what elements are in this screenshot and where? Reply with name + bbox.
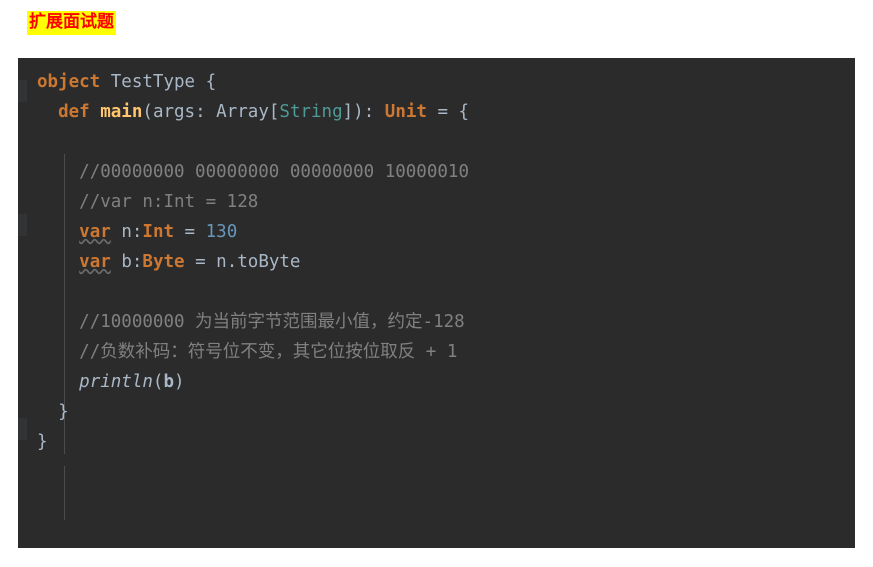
code-line[interactable]: } <box>27 427 855 457</box>
code-token: } <box>37 432 48 452</box>
code-token: 130 <box>205 222 238 242</box>
code-line[interactable]: //10000000 为当前字节范围最小值，约定-128 <box>27 307 855 337</box>
code-token: = <box>426 102 459 122</box>
code-token: main <box>100 102 143 122</box>
code-token: { <box>205 72 217 92</box>
code-token: { <box>458 102 470 122</box>
code-line[interactable]: } <box>27 397 855 427</box>
code-token: //00000000 00000000 00000000 10000010 <box>79 162 469 182</box>
code-line[interactable]: //00000000 00000000 00000000 10000010 <box>27 157 855 187</box>
code-token: ) <box>174 372 185 392</box>
code-token: Byte <box>142 252 185 272</box>
editor-gutter[interactable] <box>18 58 27 548</box>
code-token: Unit <box>384 102 427 122</box>
code-token: Array <box>216 102 269 122</box>
code-token: : <box>195 102 217 122</box>
code-token: String <box>279 102 343 122</box>
code-token: n <box>121 222 132 242</box>
code-token: : <box>131 252 143 272</box>
code-line[interactable]: println(b) <box>27 367 855 397</box>
code-token: } <box>58 402 69 422</box>
code-token: object <box>37 72 101 92</box>
code-token: var <box>79 222 111 242</box>
code-token: [ <box>268 102 280 122</box>
code-line[interactable]: //负数补码：符号位不变，其它位按位取反 + 1 <box>27 337 855 367</box>
code-line[interactable]: object TestType { <box>27 67 855 97</box>
code-line[interactable]: def main(args: Array[String]): Unit = { <box>27 97 855 127</box>
code-token: println <box>79 372 153 392</box>
code-token: = <box>184 252 217 272</box>
code-token: = <box>174 222 206 242</box>
code-token: //10000000 为当前字节范围最小值，约定-128 <box>79 312 465 332</box>
code-token: b <box>163 372 175 392</box>
page-title-text: 扩展面试题 <box>27 11 116 35</box>
code-token: b <box>121 252 132 272</box>
code-token: : <box>131 222 143 242</box>
code-token: def <box>58 102 90 122</box>
code-token: TestType <box>110 72 196 92</box>
code-token: args <box>152 102 196 122</box>
code-token: : <box>363 102 385 122</box>
page-title: 扩展面试题 <box>27 10 116 36</box>
code-token: ]) <box>342 102 364 122</box>
gutter-marker <box>18 102 27 214</box>
code-token: ( <box>152 372 164 392</box>
code-token: ( <box>142 102 153 122</box>
code-token: //var n:Int = 128 <box>79 192 259 212</box>
code-line[interactable]: var n:Int = 130 <box>27 217 855 247</box>
code-editor-block: object TestType { def main(args: Array[S… <box>18 58 855 548</box>
code-line[interactable] <box>27 127 855 157</box>
code-lines-container[interactable]: object TestType { def main(args: Array[S… <box>27 58 855 548</box>
code-token: n.toByte <box>216 252 301 272</box>
code-line[interactable]: var b:Byte = n.toByte <box>27 247 855 277</box>
gutter-marker <box>18 440 27 548</box>
code-line[interactable]: //var n:Int = 128 <box>27 187 855 217</box>
code-line[interactable] <box>27 277 855 307</box>
gutter-marker <box>18 236 27 418</box>
code-token: var <box>79 252 111 272</box>
code-token: //负数补码：符号位不变，其它位按位取反 + 1 <box>79 342 458 362</box>
gutter-marker <box>18 58 27 80</box>
code-token: Int <box>142 222 175 242</box>
